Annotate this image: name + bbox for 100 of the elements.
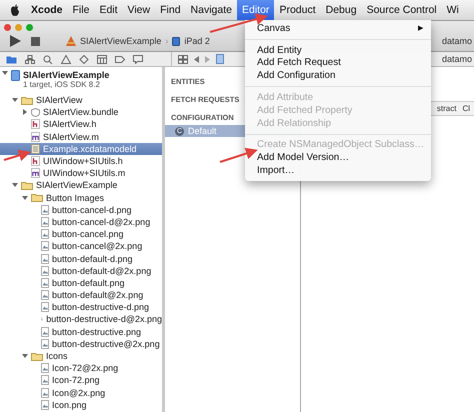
- file-name[interactable]: SIAlertViewExample: [36, 180, 118, 190]
- file-name[interactable]: button-destructive-d.png: [52, 302, 150, 312]
- diamond-icon[interactable]: [79, 54, 89, 64]
- file-name[interactable]: button-default-d@2x.png: [52, 266, 152, 276]
- menu-title[interactable]: View: [122, 0, 156, 20]
- image-file-icon: [41, 302, 49, 312]
- file-name[interactable]: button-default.png: [52, 278, 125, 288]
- file-name[interactable]: SIAlertView.h: [43, 119, 96, 130]
- menu-title[interactable]: Edit: [94, 0, 123, 20]
- pointer-arrow: [220, 148, 258, 163]
- source-file-icon: [31, 132, 40, 142]
- menu-item[interactable]: Add Fetch Request: [245, 56, 431, 70]
- file-name[interactable]: Icon-72.png: [52, 375, 100, 386]
- file-name[interactable]: Icon@2x.png: [52, 388, 106, 398]
- device-icon: [172, 36, 180, 46]
- hierarchy-icon[interactable]: [25, 54, 35, 64]
- collapse-triangle-icon[interactable]: [12, 97, 18, 104]
- image-file-icon: [41, 204, 49, 215]
- file-name[interactable]: Icon-72@2x.png: [52, 363, 118, 374]
- image-file-icon: [41, 254, 49, 264]
- file-name[interactable]: button-cancel.png: [52, 229, 124, 240]
- image-file-icon: [41, 241, 49, 252]
- menu-title[interactable]: Navigate: [186, 0, 237, 20]
- project-subtitle: 1 target, iOS SDK 8.2: [23, 80, 101, 89]
- menu-item[interactable]: Add Entity: [245, 44, 431, 57]
- run-icon[interactable]: [10, 35, 21, 47]
- collapse-triangle-icon[interactable]: [22, 353, 28, 360]
- collapse-triangle-icon[interactable]: [22, 194, 28, 201]
- file-name[interactable]: Icons: [46, 351, 68, 362]
- pointer-arrow: [4, 150, 31, 162]
- expand-triangle-icon[interactable]: [22, 109, 28, 116]
- file-name[interactable]: SIAlertView.m: [43, 132, 99, 142]
- menu-title[interactable]: Debug: [320, 0, 362, 20]
- grid-icon[interactable]: [178, 54, 188, 64]
- collapse-triangle-icon[interactable]: [2, 70, 8, 76]
- image-file-icon: [41, 266, 49, 276]
- stop-icon[interactable]: [31, 36, 40, 46]
- bundle-icon: [31, 108, 40, 117]
- menu-item[interactable]: Add Model Version…: [245, 151, 431, 164]
- file-name[interactable]: button-cancel@2x.png: [52, 241, 142, 252]
- file-name[interactable]: button-cancel-d.png: [52, 204, 132, 215]
- file-name[interactable]: UIWindow+SIUtils.m: [43, 168, 126, 178]
- file-name[interactable]: button-cancel-d@2x.png: [52, 216, 150, 227]
- menu-title[interactable]: Editor: [237, 0, 274, 20]
- image-file-icon: [41, 326, 49, 337]
- header-file-icon: [31, 156, 40, 166]
- folder-icon: [21, 96, 33, 105]
- source-file-icon: [31, 168, 40, 178]
- selected-file-row[interactable]: Example.xcdatamodeld: [0, 142, 162, 155]
- folder-icon: [21, 180, 33, 190]
- file-name[interactable]: Button Images: [46, 192, 104, 203]
- file-name[interactable]: button-destructive-d@2x.png: [46, 314, 162, 324]
- project-icon: [11, 70, 20, 81]
- column-header[interactable]: Cl: [462, 104, 470, 113]
- file-icon: [216, 54, 224, 64]
- path-separator: ›: [165, 36, 168, 46]
- image-file-icon: [41, 278, 49, 288]
- project-name[interactable]: SIAlertViewExample: [23, 70, 110, 80]
- menu-title[interactable]: Source Control: [362, 0, 442, 20]
- grid-icon[interactable]: [97, 54, 107, 64]
- file-name[interactable]: button-destructive@2x.png: [52, 338, 160, 349]
- menu-title[interactable]: Wi: [442, 0, 464, 20]
- folder-icon[interactable]: [6, 54, 17, 64]
- collapse-triangle-icon[interactable]: [12, 182, 18, 188]
- app-icon: [66, 36, 76, 46]
- apple-logo-icon[interactable]: [10, 4, 20, 16]
- file-name[interactable]: Icon.png: [52, 400, 87, 410]
- search-icon[interactable]: [43, 54, 53, 64]
- folder-icon: [31, 193, 43, 202]
- file-name[interactable]: SIAlertView.bundle: [43, 107, 118, 118]
- menu-item[interactable]: Import…: [245, 164, 431, 177]
- tag-icon[interactable]: [115, 54, 125, 64]
- back-arrow-icon[interactable]: [194, 56, 199, 62]
- jump-bar-title[interactable]: datamo: [442, 54, 474, 64]
- menu-title[interactable]: Product: [274, 0, 321, 20]
- speech-bubble-icon[interactable]: [133, 54, 143, 64]
- file-name[interactable]: button-default-d.png: [52, 254, 133, 264]
- menu-title[interactable]: Find: [155, 0, 186, 20]
- file-name[interactable]: SIAlertView: [36, 95, 82, 106]
- file-name[interactable]: button-default@2x.png: [52, 290, 144, 300]
- close-button[interactable]: [4, 24, 11, 30]
- image-file-icon: [41, 375, 49, 386]
- column-header[interactable]: stract: [436, 104, 456, 113]
- file-name[interactable]: Example.xcdatamodeld: [43, 144, 137, 154]
- menu-item[interactable]: Add Configuration: [245, 69, 431, 82]
- image-file-icon: [41, 363, 49, 374]
- file-name[interactable]: button-destructive.png: [52, 326, 142, 337]
- file-name[interactable]: UIWindow+SIUtils.h: [43, 156, 123, 166]
- image-file-icon: [41, 290, 49, 300]
- warning-icon[interactable]: [61, 54, 71, 64]
- image-file-icon: [41, 216, 49, 227]
- menu-title[interactable]: File: [68, 0, 94, 20]
- menu-title[interactable]: Xcode: [26, 0, 68, 20]
- scheme-name[interactable]: SIAlertViewExample: [80, 36, 162, 46]
- data-model-icon: [31, 144, 40, 154]
- tab-title: datamo: [442, 36, 473, 46]
- image-file-icon: [41, 229, 49, 240]
- device-name[interactable]: iPad 2: [184, 36, 210, 46]
- image-file-icon: [41, 388, 49, 398]
- folder-icon: [31, 352, 43, 361]
